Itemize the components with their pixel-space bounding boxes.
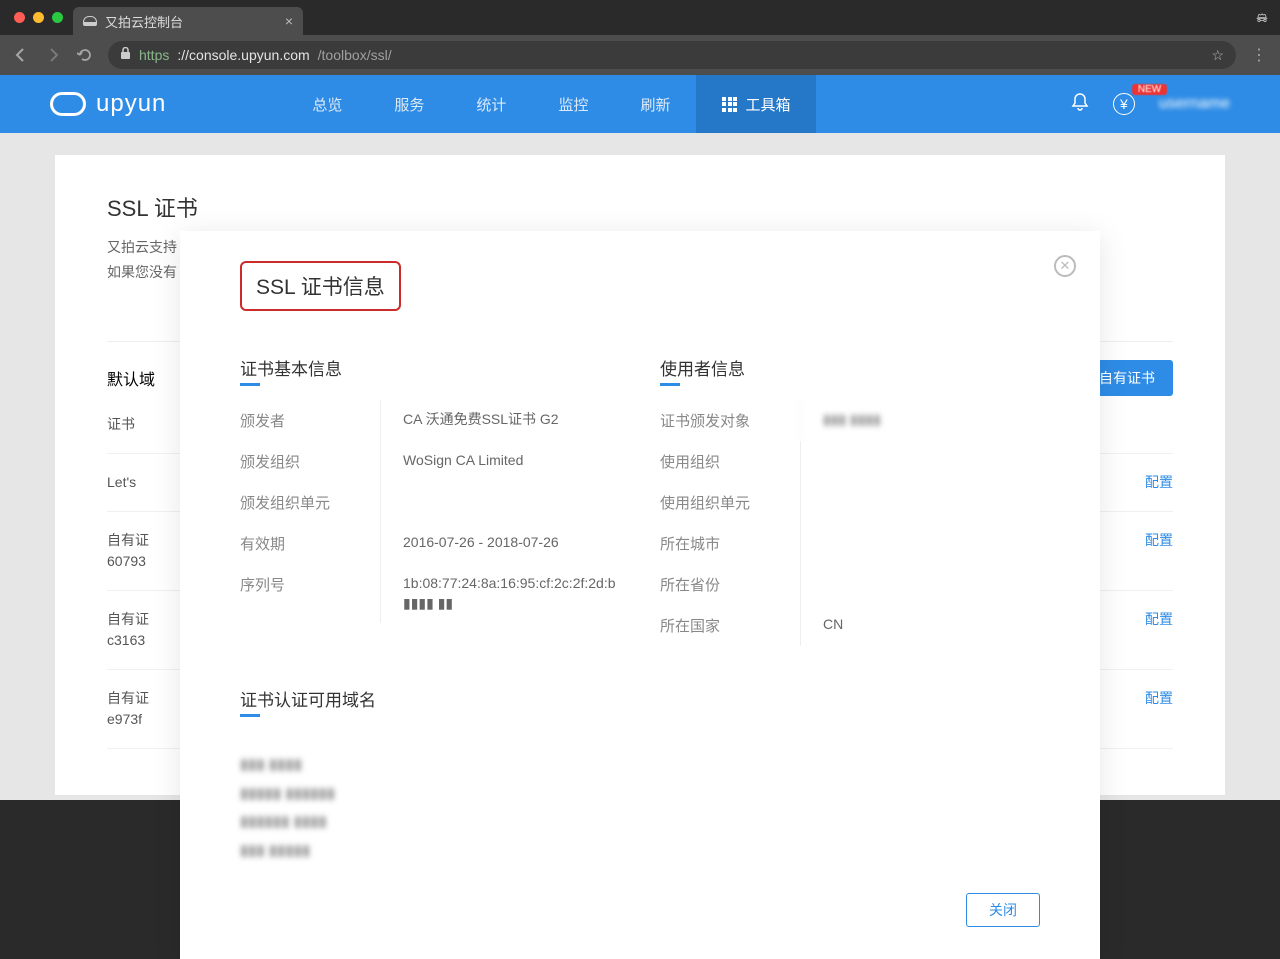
incognito-icon (1256, 6, 1280, 30)
modal-body: 证书基本信息 颁发者 CA 沃通免费SSL证书 G2 颁发组织 WoSign C… (240, 355, 1040, 646)
lock-icon (120, 47, 131, 63)
tab-title: 又拍云控制台 (105, 12, 183, 31)
use-unit-value (800, 482, 1040, 523)
domains-heading: 证书认证可用域名 (240, 686, 376, 711)
url-path: /toolbox/ssl/ (318, 47, 392, 63)
reload-icon[interactable] (76, 46, 94, 64)
province-value (800, 564, 1040, 605)
issue-unit-label: 颁发组织单元 (240, 482, 380, 523)
use-unit-label: 使用组织单元 (660, 482, 800, 523)
country-label: 所在国家 (660, 605, 800, 646)
use-org-value (800, 441, 1040, 482)
favicon-cloud-icon (83, 16, 97, 26)
maximize-window-icon[interactable] (52, 12, 63, 23)
user-info-panel: 使用者信息 证书颁发对象 ▮▮▮ ▮▮▮▮ 使用组织 使用组织单元 所在城市 所… (660, 355, 1040, 646)
issue-org-value: WoSign CA Limited (380, 441, 620, 482)
url-host: ://console.upyun.com (177, 47, 309, 63)
domain-item: ▮▮▮▮▮▮ ▮▮▮▮ (240, 808, 1040, 837)
domain-item: ▮▮▮ ▮▮▮▮ (240, 751, 1040, 780)
issuer-value: CA 沃通免费SSL证书 G2 (380, 400, 620, 441)
validity-label: 有效期 (240, 523, 380, 564)
use-org-label: 使用组织 (660, 441, 800, 482)
modal-title: SSL 证书信息 (256, 271, 385, 301)
validity-value: 2016-07-26 - 2018-07-26 (380, 523, 620, 564)
issue-unit-value (380, 482, 620, 523)
city-value (800, 523, 1040, 564)
traffic-lights (8, 12, 73, 23)
province-label: 所在省份 (660, 564, 800, 605)
menu-icon[interactable]: ⋮ (1250, 46, 1268, 64)
subject-label: 证书颁发对象 (660, 400, 800, 441)
issue-org-label: 颁发组织 (240, 441, 380, 482)
app-root: upyun 总览 服务 统计 监控 刷新 工具箱 ¥NEW username S… (0, 75, 1280, 800)
forward-icon[interactable] (44, 46, 62, 64)
serial-label: 序列号 (240, 564, 380, 623)
bookmark-icon[interactable]: ☆ (1211, 47, 1224, 64)
browser-tab[interactable]: 又拍云控制台 × (73, 7, 303, 35)
back-icon[interactable] (12, 46, 30, 64)
ssl-cert-modal: ✕ SSL 证书信息 证书基本信息 颁发者 CA 沃通免费SSL证书 G2 颁发… (180, 231, 1100, 959)
modal-mask: ✕ SSL 证书信息 证书基本信息 颁发者 CA 沃通免费SSL证书 G2 颁发… (0, 75, 1280, 800)
url-protocol: https (139, 47, 169, 63)
basic-info-panel: 证书基本信息 颁发者 CA 沃通免费SSL证书 G2 颁发组织 WoSign C… (240, 355, 620, 646)
serial-value: 1b:08:77:24:8a:16:95:cf:2c:2f:2d:b ▮▮▮▮ … (380, 564, 620, 623)
city-label: 所在城市 (660, 523, 800, 564)
tab-bar: 又拍云控制台 × (0, 0, 1280, 35)
issuer-label: 颁发者 (240, 400, 380, 441)
subject-value: ▮▮▮ ▮▮▮▮ (800, 400, 1040, 441)
user-heading: 使用者信息 (660, 355, 745, 380)
domain-item: ▮▮▮ ▮▮▮▮▮ (240, 837, 1040, 866)
domain-item: ▮▮▮▮▮ ▮▮▮▮▮▮ (240, 780, 1040, 809)
address-bar: https ://console.upyun.com/toolbox/ssl/ ☆… (0, 35, 1280, 75)
url-field[interactable]: https ://console.upyun.com/toolbox/ssl/ ☆ (108, 41, 1236, 69)
browser-chrome: 又拍云控制台 × https ://console.upyun.com/toolb… (0, 0, 1280, 75)
domains-section: 证书认证可用域名 ▮▮▮ ▮▮▮▮▮▮▮▮▮ ▮▮▮▮▮▮▮▮▮▮▮▮ ▮▮▮▮… (240, 686, 1040, 865)
country-value: CN (800, 605, 1040, 646)
close-button[interactable]: 关闭 (966, 893, 1040, 927)
domain-list: ▮▮▮ ▮▮▮▮▮▮▮▮▮ ▮▮▮▮▮▮▮▮▮▮▮▮ ▮▮▮▮▮▮▮ ▮▮▮▮▮ (240, 751, 1040, 865)
close-window-icon[interactable] (14, 12, 25, 23)
tab-close-icon[interactable]: × (285, 13, 293, 29)
modal-close-button[interactable]: ✕ (1054, 255, 1076, 277)
modal-title-highlight: SSL 证书信息 (240, 261, 401, 311)
basic-heading: 证书基本信息 (240, 355, 342, 380)
modal-footer: 关闭 (240, 893, 1040, 927)
minimize-window-icon[interactable] (33, 12, 44, 23)
